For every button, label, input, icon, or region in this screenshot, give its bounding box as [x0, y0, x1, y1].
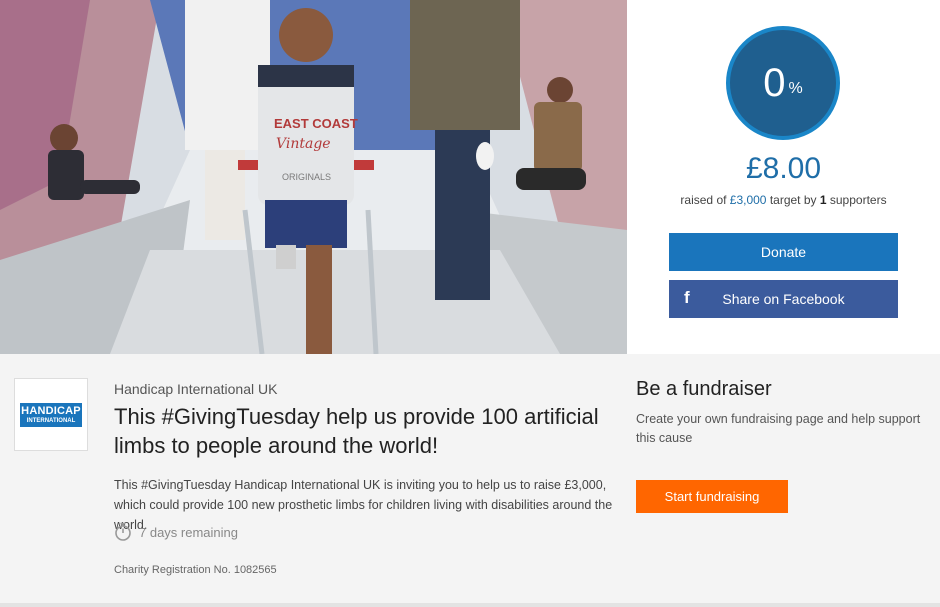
logo-box: HANDICAP INTERNATIONAL [20, 402, 82, 427]
facebook-icon: f [684, 288, 690, 307]
amount-raised: £8.00 [745, 152, 822, 185]
page-title: This #GivingTuesday help us provide 100 … [114, 404, 599, 458]
days-remaining-label: 7 days remaining [139, 524, 238, 540]
divider [0, 603, 940, 607]
campaign-header: EAST COAST Vintage ORIGINALS 0% £8.00 ra… [0, 0, 940, 354]
share-label: Share on Facebook [722, 291, 845, 307]
target-amount: £3,000 [729, 193, 767, 207]
stopwatch-icon [115, 522, 131, 541]
supporters-count: 1 [819, 193, 827, 207]
progress-percent: 0 [763, 60, 786, 105]
days-remaining: 7 days remaining [114, 522, 238, 542]
start-fundraising-button[interactable]: Start fundraising [636, 480, 788, 513]
percent-symbol: % [788, 80, 803, 97]
campaign-details: HANDICAP INTERNATIONAL Handicap Internat… [0, 354, 940, 607]
shirt-text-1: EAST COAST [274, 116, 358, 131]
logo-line-2: INTERNATIONAL [26, 417, 76, 424]
shirt-text-2: Vintage [276, 136, 331, 152]
donate-button[interactable]: Donate [669, 233, 898, 271]
charity-logo[interactable]: HANDICAP INTERNATIONAL [14, 378, 88, 451]
charity-registration: Charity Registration No. 1082565 [114, 564, 277, 576]
share-facebook-button[interactable]: f Share on Facebook [669, 280, 898, 318]
raised-prefix: raised of [680, 193, 730, 207]
hero-photo: EAST COAST Vintage ORIGINALS [0, 0, 627, 354]
org-name[interactable]: Handicap International UK [114, 381, 277, 397]
hero-illustration: EAST COAST Vintage ORIGINALS [0, 0, 627, 354]
target-mid: target by [766, 193, 820, 207]
fundraiser-text: Create your own fundraising page and hel… [636, 412, 921, 445]
raised-summary: raised of £3,000 target by 1 supporters [627, 193, 940, 207]
fundraiser-panel: Be a fundraiser Create your own fundrais… [636, 378, 936, 448]
fundraiser-heading: Be a fundraiser [636, 378, 772, 400]
progress-ring: 0% [726, 26, 840, 140]
progress-panel: 0% £8.00 raised of £3,000 target by 1 su… [627, 0, 940, 354]
logo-line-1: HANDICAP [21, 404, 81, 417]
shirt-text-3: ORIGINALS [282, 172, 331, 182]
supporters-suffix: supporters [826, 193, 887, 207]
